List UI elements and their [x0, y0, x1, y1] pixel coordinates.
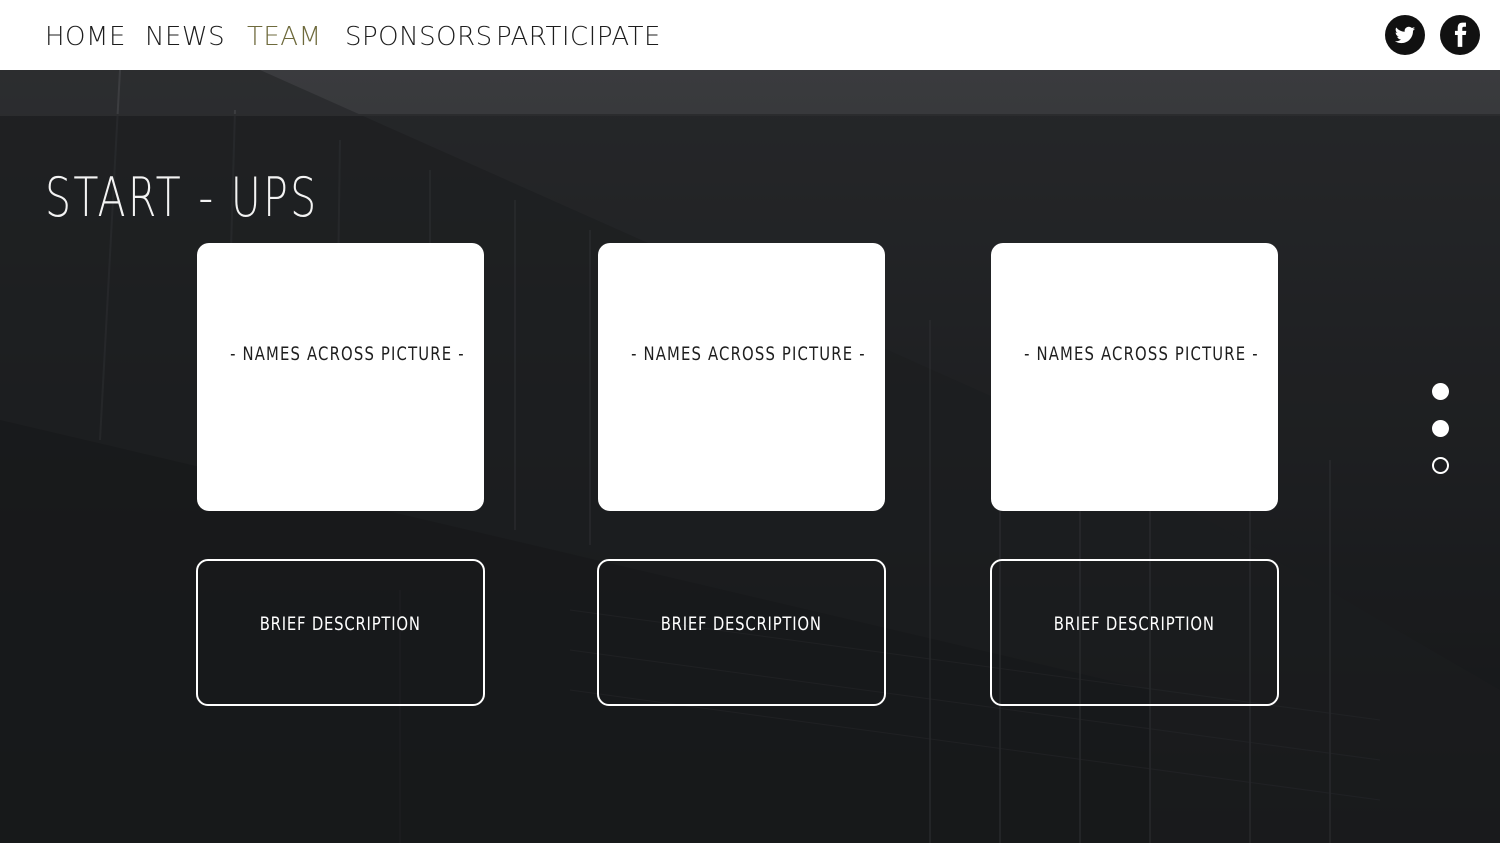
nav-link-home[interactable]: HOME: [45, 22, 126, 52]
nav-link-sponsors[interactable]: SPONSORS: [345, 22, 493, 52]
card-names-text: - NAMES ACROSS PICTURE -: [631, 343, 866, 365]
startup-description-box[interactable]: BRIEF DESCRIPTION: [196, 559, 485, 706]
description-label: BRIEF DESCRIPTION: [198, 613, 483, 635]
description-label: BRIEF DESCRIPTION: [599, 613, 884, 635]
startup-picture-card[interactable]: - NAMES ACROSS PICTURE -: [598, 243, 885, 511]
social-links: [1385, 15, 1480, 55]
twitter-icon: [1394, 26, 1416, 44]
pagination-dot-1[interactable]: [1432, 383, 1449, 400]
section-title: START - UPS: [45, 166, 319, 230]
nav-slot-team: TEAM: [247, 22, 345, 56]
facebook-button[interactable]: [1440, 15, 1480, 55]
pagination-dot-3[interactable]: [1432, 457, 1449, 474]
nav-slot-participate: PARTICIPATE: [496, 22, 660, 56]
nav-slot-home: HOME: [45, 22, 145, 56]
startup-description-box[interactable]: BRIEF DESCRIPTION: [597, 559, 886, 706]
card-names-label: - NAMES ACROSS PICTURE -: [197, 343, 484, 365]
nav-link-team[interactable]: TEAM: [247, 22, 322, 52]
startup-picture-card[interactable]: - NAMES ACROSS PICTURE -: [991, 243, 1278, 511]
nav-link-participate[interactable]: PARTICIPATE: [496, 22, 661, 52]
description-text: BRIEF DESCRIPTION: [660, 613, 822, 635]
nav-link-news[interactable]: NEWS: [145, 22, 225, 52]
twitter-button[interactable]: [1385, 15, 1425, 55]
startup-picture-card[interactable]: - NAMES ACROSS PICTURE -: [197, 243, 484, 511]
startup-description-box[interactable]: BRIEF DESCRIPTION: [990, 559, 1279, 706]
top-navigation-bar: HOME NEWS TEAM SPONSORS PARTICIPATE: [0, 0, 1500, 70]
page: HOME NEWS TEAM SPONSORS PARTICIPATE STAR…: [0, 0, 1500, 843]
nav-slot-sponsors: SPONSORS: [345, 22, 496, 56]
card-names-text: - NAMES ACROSS PICTURE -: [1024, 343, 1259, 365]
card-names-label: - NAMES ACROSS PICTURE -: [991, 343, 1278, 365]
facebook-icon: [1454, 22, 1467, 47]
main-nav: HOME NEWS TEAM SPONSORS PARTICIPATE: [45, 22, 660, 56]
description-label: BRIEF DESCRIPTION: [992, 613, 1277, 635]
card-names-text: - NAMES ACROSS PICTURE -: [230, 343, 465, 365]
card-names-label: - NAMES ACROSS PICTURE -: [598, 343, 885, 365]
description-text: BRIEF DESCRIPTION: [259, 613, 421, 635]
nav-slot-news: NEWS: [145, 22, 247, 56]
pagination-dot-2[interactable]: [1432, 420, 1449, 437]
slide-pagination: [1432, 383, 1449, 494]
description-text: BRIEF DESCRIPTION: [1053, 613, 1215, 635]
